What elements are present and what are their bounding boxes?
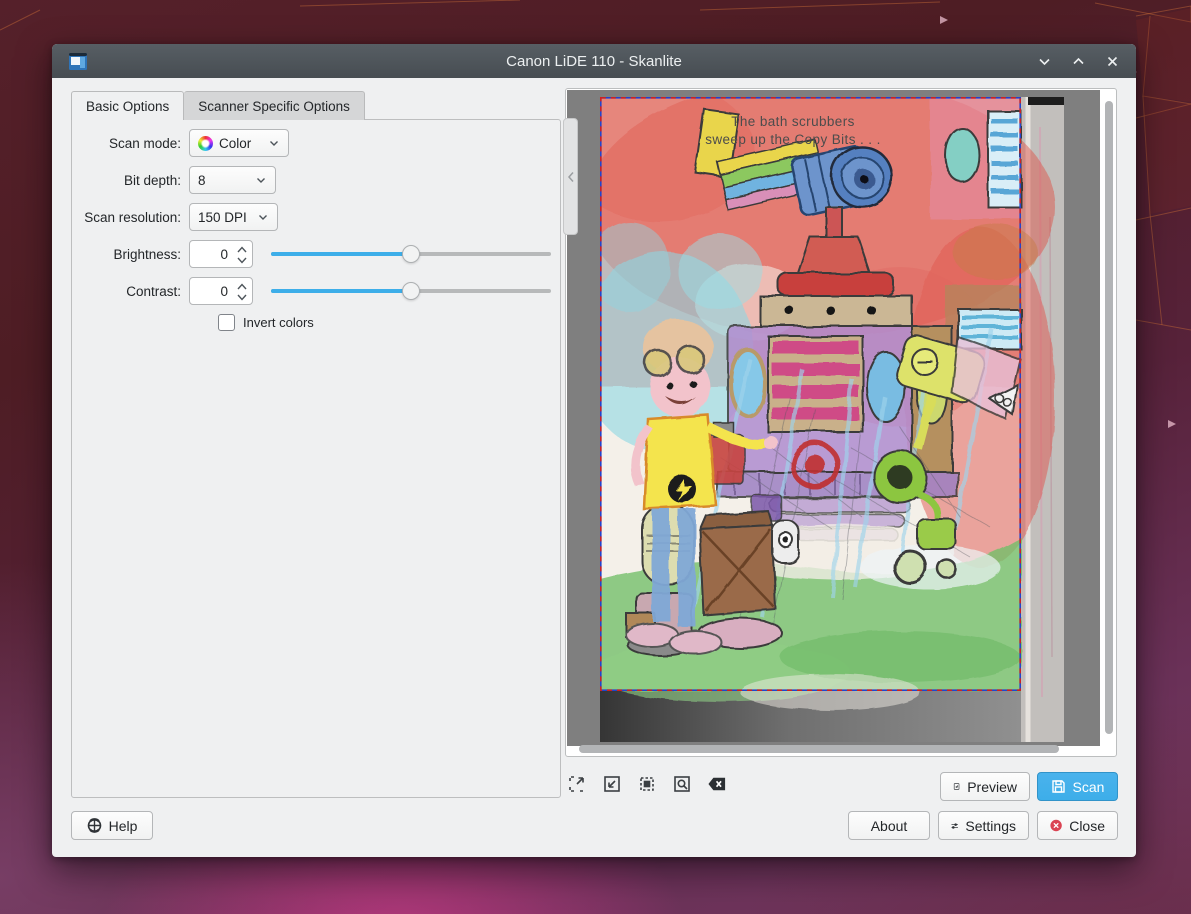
contrast-label: Contrast:	[72, 284, 189, 299]
brightness-slider-handle[interactable]	[402, 245, 420, 263]
contrast-slider-handle[interactable]	[402, 282, 420, 300]
page-caption-line1: The bath scrubbers	[731, 114, 855, 129]
preview-button[interactable]: Preview	[940, 772, 1030, 801]
tab-basic-options-label: Basic Options	[86, 99, 169, 114]
save-scan-icon	[1051, 779, 1066, 794]
help-icon	[87, 818, 102, 833]
scan-resolution-value: 150 DPI	[198, 210, 247, 225]
tab-scanner-specific-options-label: Scanner Specific Options	[198, 99, 350, 114]
zoom-in-icon[interactable]	[568, 775, 586, 793]
slider-fill	[271, 289, 411, 293]
help-button[interactable]: Help	[71, 811, 153, 840]
scan-mode-row: Scan mode: Color	[72, 129, 560, 157]
scan-resolution-label: Scan resolution:	[72, 210, 189, 225]
titlebar[interactable]: Canon LiDE 110 - Skanlite	[52, 44, 1136, 78]
basic-options-panel: Scan mode: Color Bit depth: 8 Scan resol…	[71, 119, 561, 798]
settings-button-label: Settings	[965, 818, 1016, 834]
splitter-collapse-handle[interactable]	[563, 118, 578, 235]
color-wheel-icon	[198, 136, 213, 151]
slider-fill	[271, 252, 411, 256]
window-title: Canon LiDE 110 - Skanlite	[52, 53, 1136, 70]
preview-frame: The bath scrubbers sweep up the Copy Bit…	[565, 88, 1117, 757]
chevron-down-icon	[257, 211, 269, 223]
preview-horizontal-scrollbar[interactable]	[579, 745, 1059, 753]
preview-zoom-toolbar	[568, 775, 726, 793]
contrast-spinbox[interactable]: 0	[189, 277, 253, 305]
tab-scanner-specific-options[interactable]: Scanner Specific Options	[184, 91, 365, 120]
invert-colors-label: Invert colors	[243, 315, 314, 330]
brightness-slider[interactable]	[271, 240, 551, 268]
scan-resolution-row: Scan resolution: 150 DPI	[72, 203, 560, 231]
contrast-row: Contrast: 0	[72, 277, 560, 305]
chevron-down-icon	[268, 137, 280, 149]
zoom-out-icon[interactable]	[603, 775, 621, 793]
scan-button[interactable]: Scan	[1037, 772, 1118, 801]
invert-colors-checkbox[interactable]	[218, 314, 235, 331]
bit-depth-label: Bit depth:	[72, 173, 189, 188]
chevron-left-icon	[567, 171, 575, 183]
preview-vertical-scrollbar[interactable]	[1105, 101, 1113, 734]
settings-sliders-icon	[951, 819, 958, 833]
minimize-icon[interactable]	[1034, 51, 1054, 71]
brightness-label: Brightness:	[72, 247, 189, 262]
preview-icon	[953, 779, 960, 794]
scan-mode-value: Color	[219, 136, 251, 151]
scan-resolution-combobox[interactable]: 150 DPI	[189, 203, 278, 231]
spin-arrows-icon[interactable]	[236, 244, 248, 266]
close-button[interactable]: Close	[1037, 811, 1118, 840]
spin-arrows-icon[interactable]	[236, 281, 248, 303]
close-icon[interactable]	[1102, 51, 1122, 71]
tab-basic-options[interactable]: Basic Options	[71, 91, 184, 120]
bit-depth-combobox[interactable]: 8	[189, 166, 276, 194]
brightness-row: Brightness: 0	[72, 240, 560, 268]
preview-button-label: Preview	[967, 779, 1017, 795]
bit-depth-value: 8	[198, 173, 206, 188]
scan-mode-combobox[interactable]: Color	[189, 129, 289, 157]
bit-depth-row: Bit depth: 8	[72, 166, 560, 194]
chevron-down-icon	[255, 174, 267, 186]
scan-button-label: Scan	[1073, 779, 1105, 795]
zoom-to-selection-icon[interactable]	[638, 775, 656, 793]
about-button-label: About	[871, 818, 908, 834]
scanned-image[interactable]: The bath scrubbers sweep up the Copy Bit…	[600, 97, 1064, 742]
zoom-to-fit-icon[interactable]	[673, 775, 691, 793]
settings-button[interactable]: Settings	[938, 811, 1029, 840]
maximize-icon[interactable]	[1068, 51, 1088, 71]
close-button-label: Close	[1069, 818, 1105, 834]
help-button-label: Help	[109, 818, 138, 834]
invert-colors-row: Invert colors	[218, 314, 314, 331]
skanlite-window: Canon LiDE 110 - Skanlite Basic Options …	[52, 44, 1136, 857]
options-tabbar: Basic Options Scanner Specific Options	[71, 91, 365, 120]
scan-mode-label: Scan mode:	[72, 136, 189, 151]
preview-canvas[interactable]: The bath scrubbers sweep up the Copy Bit…	[567, 90, 1100, 746]
page-caption-line2: sweep up the Copy Bits . . .	[705, 132, 881, 147]
brightness-spinbox[interactable]: 0	[189, 240, 253, 268]
clear-selections-icon[interactable]	[708, 775, 726, 793]
close-red-icon	[1050, 818, 1062, 833]
about-button[interactable]: About	[848, 811, 930, 840]
skanlite-app-icon	[68, 51, 88, 71]
contrast-slider[interactable]	[271, 277, 551, 305]
